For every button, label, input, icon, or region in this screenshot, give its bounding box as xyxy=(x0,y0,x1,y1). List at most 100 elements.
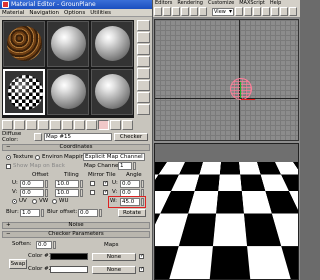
menu-customize[interactable]: Customize xyxy=(208,0,234,6)
select-by-material-button[interactable] xyxy=(137,104,150,115)
show-map-in-viewport-button[interactable] xyxy=(98,120,109,130)
color2-map-button[interactable]: None xyxy=(92,266,136,274)
map-channel-spinner[interactable] xyxy=(133,162,136,170)
vw-radio[interactable] xyxy=(32,199,37,204)
sample-slot-active[interactable] xyxy=(3,69,45,115)
noise-rollout-header[interactable]: + Noise xyxy=(2,222,150,229)
w-angle-input[interactable]: 45.0 xyxy=(120,198,140,206)
coordinates-rollout-header[interactable]: − Coordinates xyxy=(2,144,150,151)
make-unique-button[interactable] xyxy=(62,120,73,130)
x-axis-gizmo[interactable] xyxy=(241,99,255,100)
color1-map-checkbox[interactable] xyxy=(139,253,144,260)
perspective-viewport[interactable] xyxy=(154,143,299,280)
get-material-button[interactable] xyxy=(2,120,13,130)
scale-icon[interactable] xyxy=(199,7,207,16)
snap-icon[interactable] xyxy=(262,7,270,16)
menu-rendering[interactable]: Rendering xyxy=(177,0,203,6)
align-icon[interactable] xyxy=(253,7,261,16)
go-to-parent-button[interactable] xyxy=(122,120,133,130)
render-icon[interactable] xyxy=(289,7,297,16)
soften-spinner[interactable] xyxy=(53,241,56,249)
material-editor-icon[interactable] xyxy=(280,7,288,16)
show-end-result-button[interactable] xyxy=(110,120,121,130)
u-angle-input[interactable]: 0.0 xyxy=(120,180,140,188)
menu-navigation[interactable]: Navigation xyxy=(29,9,59,16)
background-button[interactable] xyxy=(137,44,150,55)
sample-slot[interactable] xyxy=(91,69,133,115)
u-tiling-input[interactable]: 10.0 xyxy=(55,180,79,188)
sample-slot[interactable] xyxy=(3,21,45,67)
v-offset-spinner[interactable] xyxy=(45,189,48,197)
blur-offset-spinner[interactable] xyxy=(99,209,102,217)
sample-slot[interactable] xyxy=(47,21,89,67)
sample-slot[interactable] xyxy=(91,21,133,67)
menu-options[interactable]: Options xyxy=(64,9,85,16)
u-mirror-checkbox[interactable] xyxy=(90,181,95,186)
swap-button[interactable]: Swap xyxy=(9,259,27,269)
rendered-sphere[interactable] xyxy=(203,180,243,220)
pick-material-icon[interactable] xyxy=(34,133,42,141)
u-angle-spinner[interactable] xyxy=(141,180,144,188)
u-offset-input[interactable]: 0.0 xyxy=(20,180,44,188)
rotate-icon[interactable] xyxy=(190,7,198,16)
wu-radio[interactable] xyxy=(52,199,57,204)
sample-slot[interactable] xyxy=(47,69,89,115)
pivot-icon[interactable] xyxy=(235,7,243,16)
angle-snap-icon[interactable] xyxy=(271,7,279,16)
soften-input[interactable]: 0.0 xyxy=(36,241,52,249)
select-name-icon[interactable] xyxy=(163,7,171,16)
u-tiling-spinner[interactable] xyxy=(80,180,83,188)
map-name-input[interactable]: Map #15 xyxy=(44,133,112,141)
mapping-select[interactable]: Explicit Map Channel xyxy=(83,153,145,161)
map-type-button[interactable]: Checker xyxy=(114,133,148,141)
v-offset-input[interactable]: 0.0 xyxy=(20,189,44,197)
environ-radio[interactable] xyxy=(35,155,40,160)
uv-radio[interactable] xyxy=(12,199,17,204)
menu-editors[interactable]: Editors xyxy=(155,0,172,6)
v-tile-checkbox[interactable] xyxy=(103,189,108,196)
menu-maxscript[interactable]: MAXScript xyxy=(239,0,265,6)
u-offset-spinner[interactable] xyxy=(45,180,48,188)
color2-map-checkbox[interactable] xyxy=(139,266,144,273)
menu-help[interactable]: Help xyxy=(270,0,281,6)
select-icon[interactable] xyxy=(154,7,162,16)
material-effects-channel-button[interactable] xyxy=(86,120,97,130)
v-tiling-input[interactable]: 10.0 xyxy=(55,189,79,197)
copy-material-button[interactable] xyxy=(50,120,61,130)
rotate-button[interactable]: Rotate xyxy=(118,209,146,217)
reset-map-button[interactable] xyxy=(38,120,49,130)
move-icon[interactable] xyxy=(181,7,189,16)
checker-parameters-rollout-header[interactable]: − Checker Parameters xyxy=(2,231,150,238)
map-channel-input[interactable]: 1 xyxy=(118,162,132,170)
texture-radio[interactable] xyxy=(6,155,11,160)
blur-spinner[interactable] xyxy=(41,209,44,217)
menu-utilities[interactable]: Utilities xyxy=(90,9,111,16)
put-material-button[interactable] xyxy=(14,120,25,130)
menu-material[interactable]: Material xyxy=(2,9,24,16)
uv-tiling-button[interactable] xyxy=(137,56,150,67)
color2-label: Color #2 xyxy=(28,266,53,272)
options-button[interactable] xyxy=(137,92,150,103)
video-check-button[interactable] xyxy=(137,68,150,79)
put-to-library-button[interactable] xyxy=(74,120,85,130)
color2-swatch[interactable] xyxy=(50,266,88,273)
top-viewport[interactable] xyxy=(154,19,299,141)
u-tile-checkbox[interactable] xyxy=(103,180,108,187)
color1-map-button[interactable]: None xyxy=(92,253,136,261)
sample-type-button[interactable] xyxy=(137,20,150,31)
mirror-icon[interactable] xyxy=(244,7,252,16)
reference-coordinate-dropdown[interactable]: View xyxy=(212,7,234,16)
v-tiling-spinner[interactable] xyxy=(80,189,83,197)
make-preview-button[interactable] xyxy=(137,80,150,91)
color1-swatch[interactable] xyxy=(50,253,88,260)
assign-material-button[interactable] xyxy=(26,120,37,130)
sphere-wireframe[interactable] xyxy=(230,78,252,100)
v-mirror-checkbox[interactable] xyxy=(90,190,95,195)
w-angle-spinner[interactable] xyxy=(141,198,144,206)
backlight-button[interactable] xyxy=(137,32,150,43)
y-axis-gizmo[interactable] xyxy=(240,82,241,98)
show-map-on-back-checkbox[interactable] xyxy=(6,164,11,169)
region-icon[interactable] xyxy=(172,7,180,16)
blur-input[interactable]: 1.0 xyxy=(20,209,40,217)
blur-offset-input[interactable]: 0.0 xyxy=(78,209,98,217)
